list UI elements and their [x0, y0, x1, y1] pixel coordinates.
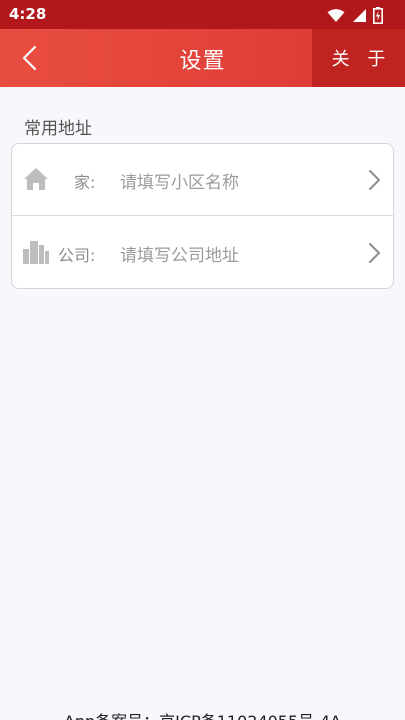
address-label-company: 公司:	[58, 246, 96, 265]
address-row-home[interactable]: 家: 请填写小区名称	[12, 144, 393, 216]
address-label-home: 家:	[74, 173, 96, 192]
battery-icon	[373, 6, 383, 24]
wifi-icon	[327, 8, 345, 22]
about-button[interactable]: 关 于	[312, 29, 405, 87]
chevron-right-icon	[369, 170, 380, 190]
address-row-company[interactable]: 公司: 请填写公司地址	[12, 217, 393, 288]
building-icon	[23, 241, 49, 264]
address-placeholder-company: 请填写公司地址	[120, 246, 239, 266]
app-bar: 设置 关 于	[0, 29, 405, 87]
home-icon	[24, 168, 48, 190]
icp-record-text: App备案号：京ICP备11024055号-4A	[0, 708, 405, 720]
address-card: 家: 请填写小区名称 公司: 请填写公司地址	[11, 143, 394, 289]
section-title-addresses: 常用地址	[24, 119, 92, 139]
status-bar: 4:28	[0, 0, 405, 29]
system-icons	[327, 6, 383, 24]
chevron-right-icon	[369, 243, 380, 263]
status-time: 4:28	[9, 5, 47, 23]
signal-icon	[353, 8, 366, 22]
address-placeholder-home: 请填写小区名称	[120, 173, 239, 193]
